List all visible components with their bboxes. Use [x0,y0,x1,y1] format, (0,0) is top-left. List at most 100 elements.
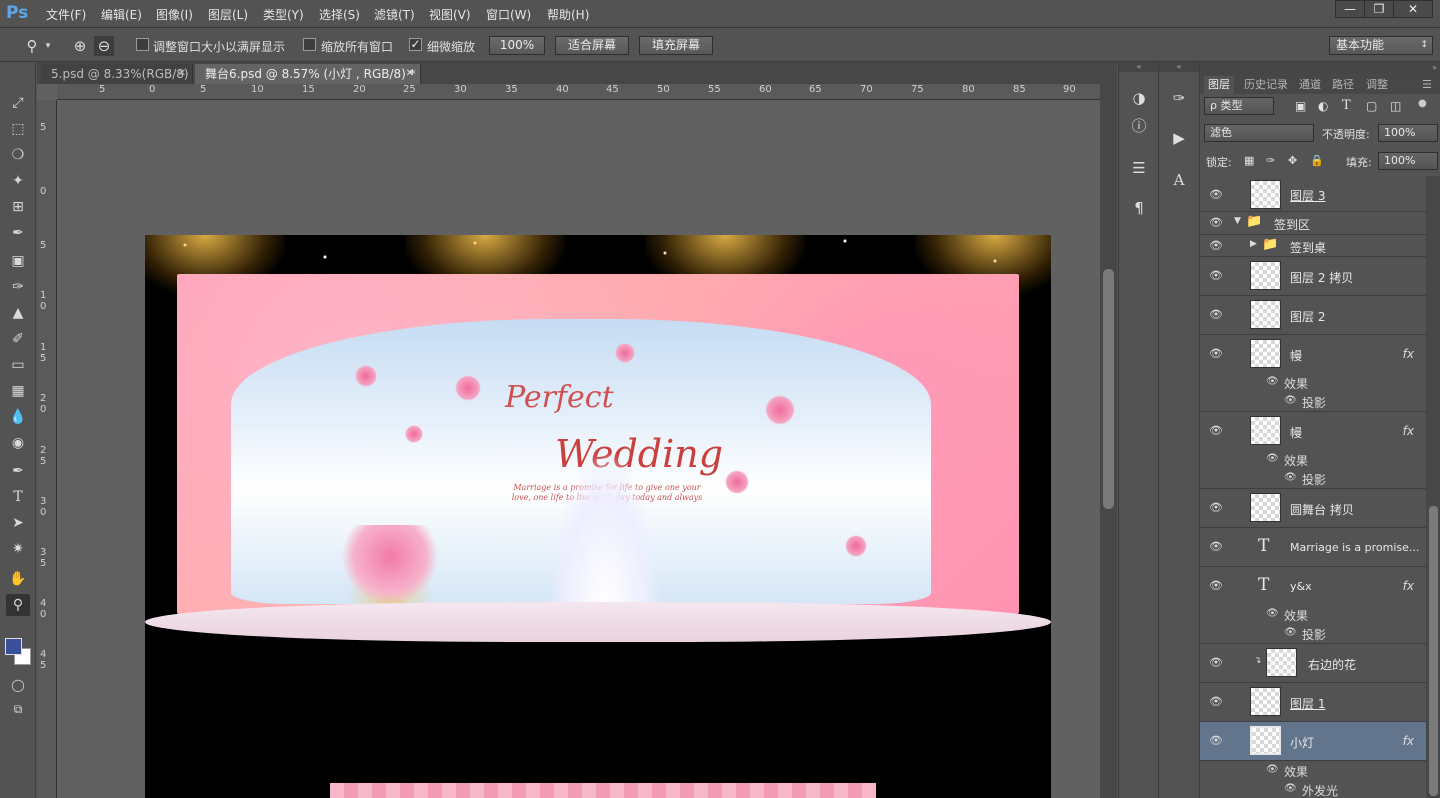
filter-pixel-icon[interactable]: ▣ [1295,99,1306,113]
filter-smart-icon[interactable]: ◫ [1390,99,1401,113]
menu-view[interactable]: 视图(V) [429,6,471,23]
shape-tool-icon[interactable]: ✷ [6,538,30,560]
fit-screen-button[interactable]: 适合屏幕 [555,36,629,55]
zoom-100-button[interactable]: 100% [489,36,545,55]
tab-history[interactable]: 历史记录 [1244,76,1288,94]
eye-icon[interactable]: 👁 [1208,424,1224,437]
foreground-color-swatch[interactable] [5,638,22,655]
fill-screen-button[interactable]: 填充屏幕 [639,36,713,55]
dodge-tool-icon[interactable]: ◉ [6,432,30,454]
scrollbar-thumb[interactable] [1103,269,1114,509]
actions-play-icon[interactable]: ▶ [1167,126,1191,150]
lock-all-icon[interactable]: 🔒 [1310,154,1324,167]
tab-5psd[interactable]: 5.psd @ 8.33%(RGB/8) ✕ [41,64,193,84]
tab-layers[interactable]: 图层 [1204,76,1234,94]
effect-eye-icon[interactable]: 👁 [1284,627,1297,638]
path-selection-icon[interactable]: ➤ [6,512,30,534]
screen-mode-icon[interactable]: ⧉ [6,698,30,720]
scrubby-zoom-checkbox[interactable]: ✓ [409,38,422,51]
lasso-tool-icon[interactable]: ❍ [6,144,30,166]
canvas-vertical-scrollbar[interactable] [1100,84,1117,798]
eye-icon[interactable]: 👁 [1208,216,1224,229]
magic-wand-icon[interactable]: ✦ [6,170,30,192]
crop-tool-icon[interactable]: ⊞ [6,196,30,218]
restore-button[interactable]: ❐ [1364,0,1394,18]
layer-row[interactable]: 👁 T y&x fx 👁 效果 👁 投影 [1200,567,1426,644]
layer-row[interactable]: 👁 ▶ 📁 签到桌 [1200,235,1426,257]
expand-arrow-icon[interactable]: ▼ [1234,216,1241,226]
filter-kind-select[interactable]: ρ 类型 [1204,97,1274,115]
color-panel-icon[interactable]: ◑ [1127,86,1151,110]
layer-row[interactable]: 👁 图层 1 [1200,683,1426,722]
zoom-tool-sidebar-icon[interactable]: ⚲ [6,594,30,616]
effects-eye-icon[interactable]: 👁 [1266,376,1279,387]
effect-eye-icon[interactable]: 👁 [1284,472,1297,483]
tab-stage6psd[interactable]: 舞台6.psd @ 8.57% (小灯 , RGB/8) * ✕ [195,64,421,84]
effects-eye-icon[interactable]: 👁 [1266,764,1279,775]
menu-select[interactable]: 选择(S) [319,6,360,23]
blend-mode-select[interactable]: 滤色 [1204,124,1314,142]
blur-tool-icon[interactable]: 💧 [6,406,30,428]
fill-input[interactable]: 100% [1378,152,1438,170]
effects-eye-icon[interactable]: 👁 [1266,453,1279,464]
scrollbar-thumb[interactable] [1429,506,1438,796]
menu-layer[interactable]: 图层(L) [208,6,248,23]
eyedropper-icon[interactable]: ✒ [6,222,30,244]
document-canvas[interactable]: Perfect Wedding Marriage is a promise fo… [145,235,1051,798]
eye-icon[interactable]: 👁 [1208,656,1224,669]
menu-edit[interactable]: 编辑(E) [101,6,142,23]
fx-badge[interactable]: fx [1403,579,1414,593]
marquee-tool-icon[interactable]: ⬚ [6,118,30,140]
fx-badge[interactable]: fx [1403,424,1414,438]
paragraph-panel-icon[interactable]: ¶ [1127,196,1151,220]
layer-row[interactable]: 👁 图层 2 拷贝 [1200,257,1426,296]
eye-icon[interactable]: 👁 [1208,308,1224,321]
eye-icon[interactable]: 👁 [1208,239,1224,252]
eraser-tool-icon[interactable]: ▭ [6,354,30,376]
gradient-tool-icon[interactable]: ▦ [6,380,30,402]
collapse-icon[interactable]: « [1159,62,1199,72]
eye-icon[interactable]: 👁 [1208,188,1224,201]
tab-close-icon[interactable]: ✕ [406,64,414,84]
menu-file[interactable]: 文件(F) [46,6,86,23]
filter-adjust-icon[interactable]: ◐ [1318,99,1328,113]
filter-shape-icon[interactable]: ▢ [1366,99,1377,113]
effect-eye-icon[interactable]: 👁 [1284,395,1297,406]
layer-row[interactable]: 👁 圆舞台 拷贝 [1200,489,1426,528]
tab-adjustments[interactable]: 调整 [1366,76,1388,94]
eye-icon[interactable]: 👁 [1208,540,1224,553]
menu-image[interactable]: 图像(I) [156,6,193,23]
collapse-arrow-icon[interactable]: ▶ [1250,239,1257,249]
fx-badge[interactable]: fx [1403,734,1414,748]
layer-row[interactable]: 👁 ↴ 右边的花 [1200,644,1426,683]
workspace-select[interactable]: 基本功能 ↕ [1329,36,1433,55]
fx-badge[interactable]: fx [1403,347,1414,361]
info-panel-icon[interactable]: ⓘ [1127,114,1151,138]
eye-icon[interactable]: 👁 [1208,734,1224,747]
stamp-tool-icon[interactable]: ▲ [6,302,30,324]
move-tool-icon[interactable]: ⤢ [6,92,30,114]
layers-scrollbar[interactable] [1426,176,1440,798]
menu-type[interactable]: 类型(Y) [263,6,304,23]
brush-presets-icon[interactable]: ✑ [1167,86,1191,110]
tab-paths[interactable]: 路径 [1332,76,1354,94]
healing-brush-icon[interactable]: ▣ [6,250,30,272]
layer-row[interactable]: 👁 ▼ 📁 签到区 [1200,212,1426,235]
effects-row[interactable]: 👁 效果 👁 外发光 [1200,761,1426,798]
resize-windows-checkbox[interactable] [136,38,149,51]
zoom-tool-icon[interactable]: ⚲ [22,36,42,56]
menu-help[interactable]: 帮助(H) [547,6,589,23]
menu-filter[interactable]: 滤镜(T) [374,6,415,23]
panel-collapse-icon[interactable]: » [1200,62,1440,74]
tab-close-icon[interactable]: ✕ [178,64,186,84]
layer-row[interactable]: 👁 幔 fx 👁 效果 👁 投影 [1200,412,1426,489]
type-tool-icon[interactable]: T [6,486,30,508]
zoom-all-checkbox[interactable] [303,38,316,51]
zoom-out-icon[interactable]: ⊖ [94,36,114,56]
eye-icon[interactable]: 👁 [1208,579,1224,592]
canvas-area[interactable]: 5 0 5 10 15 20 25 30 35 40 45 50 55 60 6… [37,84,1117,798]
filter-toggle-icon[interactable]: ● [1418,98,1427,109]
brush-tool-icon[interactable]: ✑ [6,276,30,298]
pen-tool-icon[interactable]: ✒ [6,460,30,482]
lock-pixels-icon[interactable]: ✑ [1266,154,1275,167]
